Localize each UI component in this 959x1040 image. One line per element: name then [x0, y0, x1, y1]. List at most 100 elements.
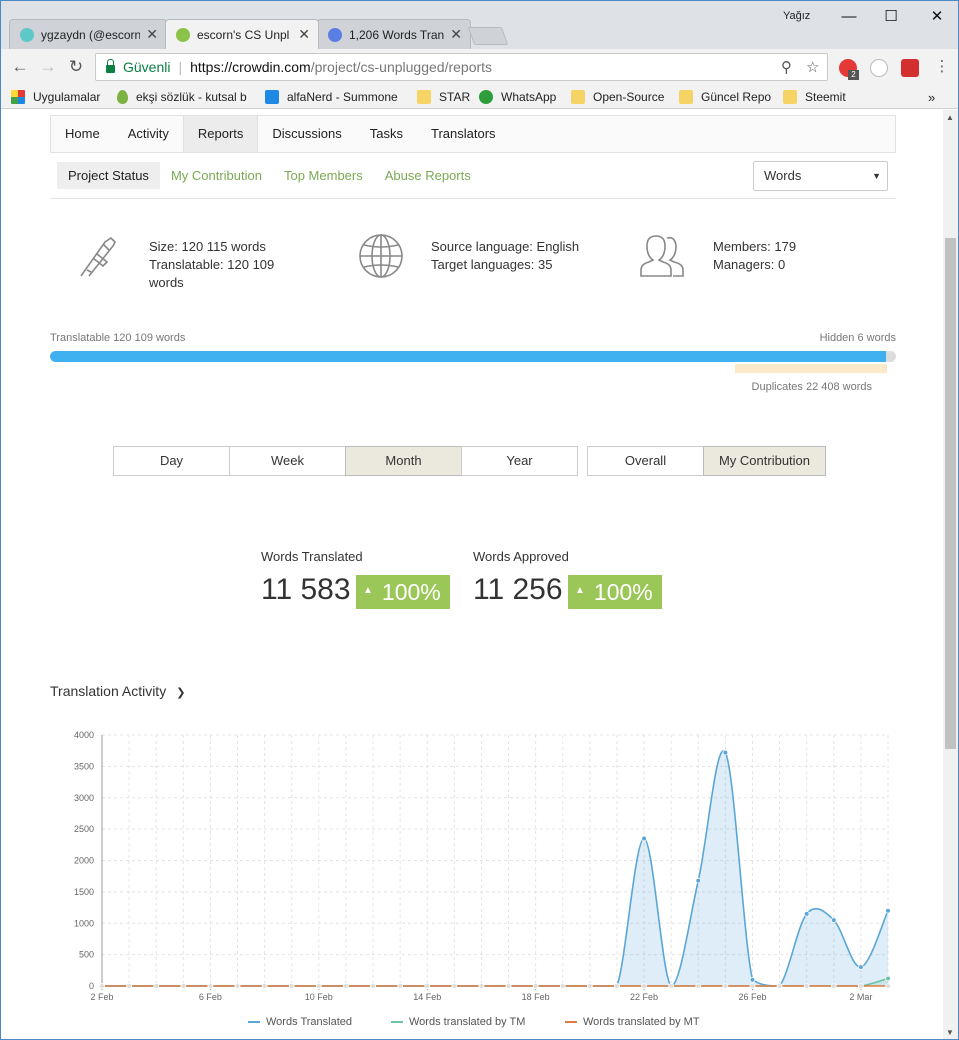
data-point-2	[803, 983, 810, 989]
zoom-icon[interactable]: ⚲	[781, 58, 792, 76]
url-path: /project/cs-unplugged/reports	[310, 59, 493, 75]
arrow-up-icon: ▲	[575, 584, 585, 596]
bookmark-label: alfaNerd - Summone	[287, 90, 398, 104]
subnav-top-members[interactable]: Top Members	[273, 162, 374, 189]
scope-overall-button[interactable]: Overall	[587, 446, 704, 476]
back-arrow-icon[interactable]: ←	[9, 56, 31, 78]
apps-grid-icon	[11, 90, 25, 104]
reload-icon[interactable]: ↻	[65, 56, 87, 78]
bookmark-label: Uygulamalar	[33, 90, 101, 104]
data-point-2	[722, 983, 729, 989]
tab-1[interactable]: escorn's CS Unpl ✕	[165, 19, 319, 49]
members-icon	[640, 235, 684, 277]
subnav-my-contribution[interactable]: My Contribution	[160, 162, 273, 189]
bookmarks-bar: Uygulamalar ekşi sözlük - kutsal b alfaN…	[1, 85, 958, 109]
address-bar[interactable]: Güvenli | https://crowdin.com/project/cs…	[95, 53, 828, 81]
maximize-icon[interactable]: ☐	[869, 5, 913, 29]
data-point-2	[749, 983, 756, 989]
badge-value: 100%	[381, 579, 441, 605]
data-point-2	[858, 983, 864, 989]
x-tick-label: 2 Mar	[849, 992, 872, 1002]
bookmarks-overflow-icon[interactable]: »	[928, 88, 935, 106]
chevron-down-icon: ▼	[872, 171, 881, 181]
scroll-thumb[interactable]	[945, 238, 956, 749]
bookmark-star[interactable]: STAR	[417, 88, 470, 106]
translation-activity-chart: 0 500 1000 1500 2000 2500 3000 3500 4000 2 Feb 6 F…	[74, 730, 891, 1002]
bookmark-whatsapp[interactable]: WhatsApp	[479, 88, 556, 106]
scope-my-contribution-button[interactable]: My Contribution	[703, 446, 826, 476]
bookmark-steemit[interactable]: Steemit	[783, 88, 846, 106]
bookmark-star-icon[interactable]: ☆	[806, 58, 819, 76]
bookmark-open-source[interactable]: Open-Source	[571, 88, 664, 106]
data-point-2	[776, 983, 783, 989]
words-approved-badge: ▲ 100%	[568, 575, 662, 609]
y-tick-label: 1000	[74, 918, 94, 928]
bookmark-alfanerd[interactable]: alfaNerd - Summone	[265, 88, 399, 106]
data-point-2	[424, 983, 431, 989]
period-day-button[interactable]: Day	[113, 446, 230, 476]
data-point-2	[695, 983, 702, 989]
scroll-down-icon[interactable]: ▼	[946, 1028, 954, 1037]
unit-select[interactable]: Words ▼	[753, 161, 888, 191]
nav-reports[interactable]: Reports	[182, 116, 259, 152]
tab-2[interactable]: 1,206 Words Trans ✕	[317, 19, 471, 49]
data-point-2	[153, 983, 160, 989]
nav-activity[interactable]: Activity	[114, 116, 183, 152]
size-text: Size: 120 115 words	[149, 239, 266, 254]
bookmark-guncel-repo[interactable]: Güncel Repo	[679, 88, 771, 106]
nav-translators[interactable]: Translators	[417, 116, 510, 152]
series-area-0	[102, 750, 888, 986]
page-scrollbar[interactable]: ▲ ▼	[943, 110, 958, 1039]
scroll-up-icon[interactable]: ▲	[946, 113, 954, 122]
duplicates-label: Duplicates 22 408 words	[751, 381, 872, 393]
legend-item-translated[interactable]: Words Translated	[248, 1016, 352, 1028]
wordpress-icon[interactable]	[870, 59, 888, 77]
close-window-icon[interactable]: ✕	[915, 5, 958, 29]
arrow-up-icon: ▲	[363, 584, 373, 596]
period-week-button[interactable]: Week	[229, 446, 346, 476]
data-point-0	[858, 964, 864, 970]
bookmark-label: WhatsApp	[501, 90, 557, 104]
data-point-0	[641, 835, 647, 842]
tab-close-icon[interactable]: ✕	[146, 26, 158, 43]
minimize-icon[interactable]: —	[827, 5, 871, 29]
y-tick-label: 2500	[74, 824, 94, 834]
globe-icon	[359, 234, 403, 278]
red-extension-icon[interactable]	[901, 59, 919, 77]
scope-button-group: Overall My Contribution	[587, 446, 826, 476]
data-point-0	[830, 917, 837, 923]
translation-activity-dropdown[interactable]: Translation Activity ❯	[50, 683, 185, 699]
data-point-2	[126, 983, 132, 989]
data-point-2	[207, 983, 214, 989]
words-approved-label: Words Approved	[473, 549, 569, 564]
tab-0[interactable]: ygzaydn (@escorn ✕	[9, 19, 167, 49]
legend-item-tm[interactable]: Words translated by TM	[391, 1016, 525, 1028]
forward-arrow-icon[interactable]: →	[37, 56, 59, 78]
period-year-button[interactable]: Year	[461, 446, 578, 476]
series-area-1	[102, 978, 888, 986]
subnav-project-status[interactable]: Project Status	[57, 162, 160, 189]
bookmark-apps[interactable]: Uygulamalar	[11, 88, 100, 106]
data-point-0	[749, 976, 756, 983]
profile-name[interactable]: Yağız	[783, 10, 810, 22]
tab-close-icon[interactable]: ✕	[450, 26, 462, 43]
site-icon	[265, 90, 279, 104]
legend-item-mt[interactable]: Words translated by MT	[565, 1016, 700, 1028]
bookmark-eksi[interactable]: ekşi sözlük - kutsal b	[117, 88, 248, 106]
new-tab-button[interactable]	[467, 27, 509, 45]
menu-kebab-icon[interactable]: ⋮	[931, 56, 953, 78]
nav-tasks[interactable]: Tasks	[356, 116, 417, 152]
nav-home[interactable]: Home	[51, 116, 114, 152]
tab-close-icon[interactable]: ✕	[298, 26, 310, 43]
data-point-1	[885, 975, 891, 982]
members-count: Members: 179	[713, 239, 797, 254]
subnav-abuse-reports[interactable]: Abuse Reports	[374, 162, 482, 189]
data-point-2	[180, 983, 187, 989]
y-tick-label: 2000	[74, 856, 94, 866]
nav-discussions[interactable]: Discussions	[258, 116, 355, 152]
translatable-label: Translatable 120 109 words	[50, 332, 186, 344]
bookmark-label: STAR	[439, 90, 471, 104]
data-point-2	[261, 983, 268, 989]
period-month-button[interactable]: Month	[345, 446, 462, 476]
badge-value: 100%	[593, 579, 653, 605]
